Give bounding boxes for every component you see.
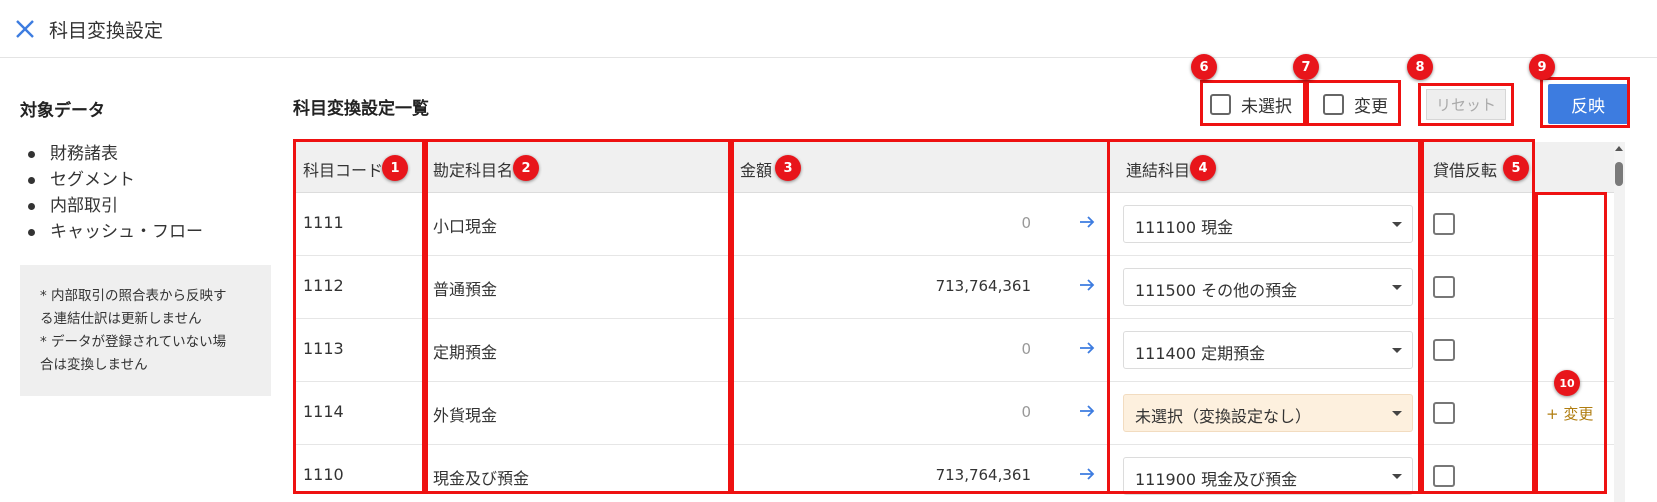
annotation-box-apply — [1540, 77, 1630, 128]
list-title: 科目変換設定一覧 — [293, 99, 429, 119]
annotation-box-change-column — [1535, 192, 1607, 494]
annotation-box-changed-filter — [1306, 80, 1401, 126]
annotation-box-reset — [1418, 83, 1514, 126]
target-data-list: 財務諸表 セグメント 内部取引 キャッシュ・フロー — [28, 141, 203, 245]
scroll-thumb[interactable] — [1615, 162, 1623, 186]
annotation-box-amount-column — [731, 139, 1110, 494]
target-data-item: キャッシュ・フロー — [28, 219, 203, 245]
note-line: る連結仕訳は更新しません — [40, 311, 202, 327]
annotation-box-reverse-column — [1421, 139, 1535, 494]
note-box: * 内部取引の照合表から反映す る連結仕訳は更新しません * データが登録されて… — [20, 265, 271, 396]
target-data-item: 財務諸表 — [28, 141, 203, 167]
annotation-badge: 3 — [775, 155, 801, 181]
table-scrollbar[interactable] — [1614, 142, 1625, 502]
annotation-box-unselected-filter — [1200, 80, 1306, 126]
annotation-box-name-column — [425, 139, 731, 494]
annotation-badge: 4 — [1190, 155, 1216, 181]
page-title: 科目変換設定 — [49, 20, 164, 42]
note-line: * データが登録されていない場 — [40, 334, 227, 350]
annotation-badge: 8 — [1407, 54, 1433, 80]
annotation-badge: 1 — [382, 155, 408, 181]
annotation-box-code-column — [293, 139, 425, 494]
annotation-badge: 2 — [513, 155, 539, 181]
scroll-up-icon[interactable] — [1615, 146, 1623, 151]
sidebar-title: 対象データ — [20, 101, 105, 121]
annotation-box-linked-column — [1107, 139, 1421, 494]
note-line: * 内部取引の照合表から反映す — [40, 288, 227, 304]
annotation-badge: 10 — [1554, 370, 1580, 396]
note-line: 合は変換しません — [40, 357, 148, 373]
close-icon[interactable] — [14, 18, 36, 40]
target-data-item: 内部取引 — [28, 193, 203, 219]
annotation-badge: 9 — [1529, 54, 1555, 80]
annotation-badge: 7 — [1293, 54, 1319, 80]
annotation-badge: 6 — [1191, 54, 1217, 80]
target-data-item: セグメント — [28, 167, 203, 193]
header-bar: 科目変換設定 — [0, 0, 1657, 58]
annotation-badge: 5 — [1503, 155, 1529, 181]
